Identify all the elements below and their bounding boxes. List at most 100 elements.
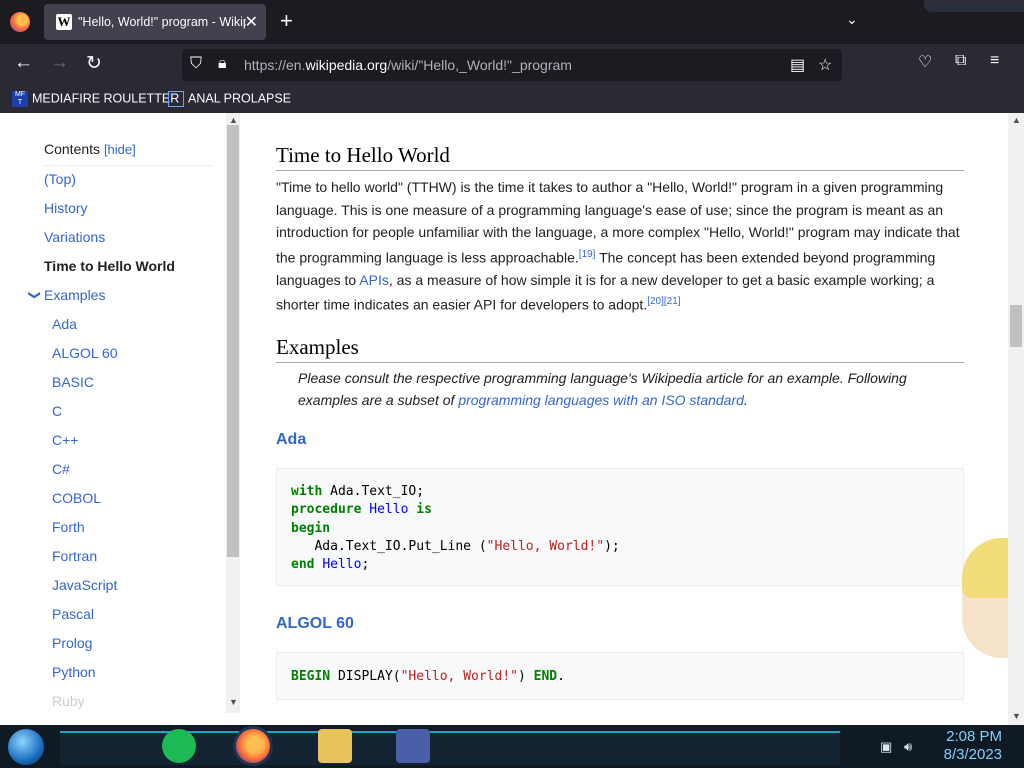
menu-icon[interactable]: ≡: [990, 52, 999, 70]
code-token: ): [518, 669, 534, 684]
wikipedia-favicon-icon: W: [56, 14, 72, 30]
table-of-contents: Contents [hide] (Top) History Variations Ti…: [0, 113, 226, 725]
algol-code-block: BEGIN DISPLAY("Hello, World!") END.: [276, 652, 964, 700]
code-token: end: [291, 557, 315, 573]
forward-button[interactable]: →: [50, 52, 69, 74]
toc-item-ada[interactable]: Ada: [52, 316, 77, 332]
shield-icon[interactable]: ⛉: [190, 55, 202, 73]
toc-item-prolog[interactable]: Prolog: [52, 635, 92, 651]
list-all-tabs-chevron-icon[interactable]: ⌄: [846, 11, 858, 28]
section-heading-examples: Examples: [276, 335, 964, 363]
toc-item-algol-60[interactable]: ALGOL 60: [52, 345, 118, 361]
reference-20[interactable]: [20]: [647, 296, 664, 307]
bookmark-favicon-icon: [168, 91, 184, 107]
code-token: "Hello, World!": [400, 669, 518, 684]
toc-item-c[interactable]: C: [52, 403, 62, 419]
bookmark-star-icon[interactable]: ☆: [818, 55, 832, 75]
toc-scrollbar[interactable]: ▲ ▼: [226, 113, 240, 713]
start-button-orb-icon[interactable]: [8, 729, 44, 765]
window-decoration: [924, 0, 1024, 12]
iso-languages-link[interactable]: programming languages with an ISO standa…: [458, 392, 744, 408]
bookmark-label: MEDIAFIRE ROULETTER: [32, 91, 180, 106]
code-token: BEGIN: [291, 669, 331, 684]
bookmarks-toolbar: MF T MEDIAFIRE ROULETTER ANAL PROLAPSE: [0, 86, 1024, 113]
url-text[interactable]: https://en.wikipedia.org/wiki/"Hello,_Wo…: [244, 57, 572, 73]
tab-strip: W "Hello, World!" program - Wikipedia ✕ …: [0, 0, 1024, 44]
tab-wikipedia[interactable]: W "Hello, World!" program - Wikipedia ✕: [44, 4, 266, 40]
scroll-up-arrow-icon[interactable]: ▲: [229, 115, 238, 125]
section-heading-time-to-hello-world: Time to Hello World: [276, 143, 964, 171]
tthw-paragraph: "Time to hello world" (TTHW) is the time…: [276, 176, 966, 316]
ada-code-block: with Ada.Text_IO; procedure Hello is beg…: [276, 468, 964, 586]
toc-title: Contents: [44, 141, 101, 157]
toc-item-c#[interactable]: C#: [52, 461, 70, 477]
system-clock[interactable]: 2:08 PM 8/3/2023: [944, 728, 1002, 764]
volume-icon[interactable]: 🔊︎: [904, 739, 912, 755]
firefox-view-icon[interactable]: [10, 12, 30, 32]
url-prefix: https://en.: [244, 57, 306, 73]
spotify-icon[interactable]: [162, 729, 196, 763]
firefox-taskbar-icon[interactable]: [236, 729, 270, 763]
toc-expand-chevron-icon[interactable]: ❯: [28, 290, 42, 300]
tab-title: "Hello, World!" program - Wikipedia: [78, 15, 246, 29]
extensions-icon[interactable]: ⧉: [955, 52, 966, 70]
toc-item-fortran[interactable]: Fortran: [52, 548, 97, 564]
url-path: /wiki/"Hello,_World!"_program: [387, 57, 572, 73]
pocket-icon[interactable]: ♡: [918, 52, 932, 72]
subheading-ada: Ada: [276, 431, 307, 448]
bookmark-second[interactable]: ANAL PROLAPSE: [168, 91, 291, 107]
bookmark-mediafire[interactable]: MF T MEDIAFIRE ROULETTER: [12, 91, 179, 107]
clock-time: 2:08 PM: [946, 728, 1002, 745]
code-token: procedure: [291, 502, 362, 518]
page-scrollbar[interactable]: ▲ ▼: [1008, 113, 1024, 725]
toc-hide-link[interactable]: [hide]: [104, 142, 136, 157]
page-scroll-up-arrow-icon[interactable]: ▲: [1012, 115, 1021, 125]
toc-item-javascript[interactable]: JavaScript: [52, 577, 117, 593]
navigation-toolbar: ← → ↻ ⛉ 🔒︎ https://en.wikipedia.org/wiki…: [0, 44, 1024, 86]
mediafire-icon: MF T: [12, 91, 28, 107]
toc-item-history[interactable]: History: [44, 200, 88, 216]
code-token: ;: [361, 557, 370, 573]
toc-item-cobol[interactable]: COBOL: [52, 490, 101, 506]
code-token: Ada.Text_IO.Put_Line (: [291, 538, 487, 554]
control-panel-icon[interactable]: [396, 729, 430, 763]
taskbar: ▣ 🔊︎ 2:08 PM 8/3/2023: [0, 725, 1024, 768]
lock-icon[interactable]: 🔒︎: [218, 55, 227, 73]
scroll-down-arrow-icon[interactable]: ▼: [229, 697, 238, 707]
code-token: Hello: [369, 502, 409, 518]
page-scroll-thumb[interactable]: [1010, 305, 1022, 347]
toc-item-pascal[interactable]: Pascal: [52, 606, 94, 622]
network-icon[interactable]: ▣: [880, 739, 892, 755]
code-token: with: [291, 484, 323, 499]
web-page: Contents [hide] (Top) History Variations Ti…: [0, 113, 1024, 725]
toc-item-basic[interactable]: BASIC: [52, 374, 94, 390]
toc-item-python[interactable]: Python: [52, 664, 96, 680]
apis-link[interactable]: APIs: [359, 272, 389, 288]
toc-scroll-thumb[interactable]: [227, 125, 239, 557]
reference-21[interactable]: [21]: [664, 296, 681, 307]
toc-item-examples[interactable]: Examples: [44, 287, 105, 303]
page-scroll-down-arrow-icon[interactable]: ▼: [1012, 711, 1021, 721]
reader-view-icon[interactable]: ▤: [790, 55, 805, 75]
toc-header: Contents [hide]: [44, 141, 136, 157]
code-token: .: [557, 669, 565, 684]
url-bar[interactable]: ⛉ 🔒︎ https://en.wikipedia.org/wiki/"Hell…: [182, 49, 842, 81]
code-token: DISPLAY(: [330, 669, 401, 684]
toc-item--top-[interactable]: (Top): [44, 171, 76, 187]
new-tab-button[interactable]: +: [280, 8, 293, 34]
close-tab-icon[interactable]: ✕: [245, 12, 258, 32]
code-token: begin: [291, 520, 331, 536]
url-domain: wikipedia.org: [305, 57, 388, 73]
code-token: );: [604, 538, 620, 554]
reference-19[interactable]: [19]: [579, 249, 596, 260]
toc-item-variations[interactable]: Variations: [44, 229, 105, 245]
toc-item-ruby[interactable]: Ruby: [52, 693, 85, 709]
toc-item-forth[interactable]: Forth: [52, 519, 85, 535]
code-token: "Hello, World!": [486, 538, 605, 554]
back-button[interactable]: ←: [14, 52, 33, 74]
toc-item-time-to-hello-world[interactable]: Time to Hello World: [44, 258, 175, 274]
toc-item-c++[interactable]: C++: [52, 432, 78, 448]
reload-button[interactable]: ↻: [86, 52, 102, 75]
clock-date: 8/3/2023: [943, 746, 1002, 763]
file-explorer-icon[interactable]: [318, 729, 352, 763]
